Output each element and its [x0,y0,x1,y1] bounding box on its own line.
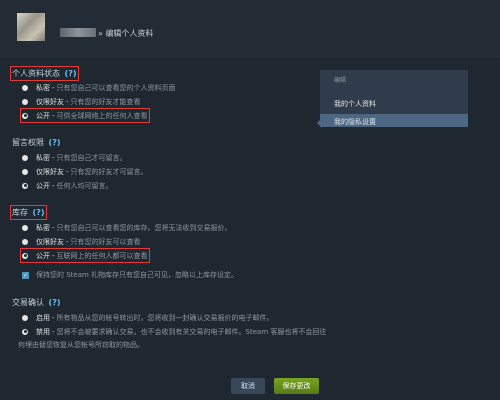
option-description: 只有您自己可以查看您的库存。您将无法收到交易报价。 [56,223,232,232]
comments-heading: 留言权限 (?) [12,137,61,148]
option-label: 公开 [36,251,50,260]
radio-icon[interactable] [22,98,28,105]
radio-icon[interactable] [22,168,28,175]
trade-confirm-heading: 交易确认 (?) [12,297,61,308]
option-separator: - [52,153,55,162]
option-description: 只有您自己可以查看您的个人资料页面 [56,83,176,92]
option-separator: - [52,313,55,322]
checkbox-checked-icon[interactable]: ✓ [22,271,29,279]
option-description: 任何人均可留言。 [56,181,113,190]
profile-public-option[interactable]: 公开 - 可供全球网络上的任何人查看 [20,108,150,123]
profile-status-heading: 个人资料状态 (?) [10,66,79,81]
option-separator: - [66,97,69,106]
option-label: 私密 [36,83,50,92]
inventory-help-link[interactable]: (?) [33,208,45,217]
comments-private-option[interactable]: 私密 - 只有您自己才可留言。 [22,152,127,163]
inventory-private-option[interactable]: 私密 - 只有您自己可以查看您的库存。您将无法收到交易报价。 [22,222,232,233]
comments-title: 留言权限 [12,138,44,147]
comments-public-option[interactable]: 公开 - 任何人均可留言。 [22,180,113,191]
sidebar-heading: 编辑 [334,77,347,84]
option-description: 只有您的好友可以查看 [70,237,141,246]
trade-disable-option[interactable]: 禁用 - 您将不会被要求确认交易，也不会收到有关交易的电子邮件。Steam 客服… [22,326,326,337]
username-redacted [60,28,96,37]
option-separator: - [66,167,69,176]
inventory-public-option[interactable]: 公开 - 互联网上的任何人都可以查看 [20,248,150,263]
option-label: 公开 [36,181,50,190]
radio-selected-icon[interactable] [22,252,28,259]
option-description: 所有物品从您的帐号转出时，您将收到一封确认交易报价的电子邮件。 [56,313,274,322]
radio-selected-icon[interactable] [22,328,28,335]
option-label: 启用 [36,313,50,322]
checkbox-label: 保持您的 Steam 礼物库存只有您自己可见，忽略以上库存设定。 [36,271,239,279]
radio-icon[interactable] [22,154,28,161]
breadcrumb: » 编辑个人资料 [98,29,154,38]
cancel-button[interactable]: 取消 [231,378,265,394]
radio-selected-icon[interactable] [22,182,28,189]
radio-selected-icon[interactable] [22,112,28,119]
option-label: 仅限好友 [36,167,64,176]
comments-help-link[interactable]: (?) [49,138,61,147]
inventory-friends-option[interactable]: 仅限好友 - 只有您的好友可以查看 [22,236,141,247]
radio-icon[interactable] [22,224,28,231]
radio-icon[interactable] [22,238,28,245]
trade-enable-option[interactable]: 启用 - 所有物品从您的帐号转出时，您将收到一封确认交易报价的电子邮件。 [22,312,274,323]
sidebar-active-arrow-icon [317,118,322,128]
option-separator: - [52,251,55,260]
option-separator: - [52,111,55,120]
sidebar-item-privacy-settings[interactable]: 我的隐私设置 [334,117,376,127]
trade-confirm-help-link[interactable]: (?) [49,298,61,307]
sidebar-item-my-profile[interactable]: 我的个人资料 [334,99,376,109]
radio-icon[interactable] [22,314,28,321]
option-description: 互联网上的任何人都可以查看 [56,251,148,260]
gift-inventory-private-checkbox-row[interactable]: ✓ 保持您的 Steam 礼物库存只有您自己可见，忽略以上库存设定。 [22,270,238,280]
option-description: 只有您的好友才可留言。 [70,167,148,176]
option-label: 仅限好友 [36,237,64,246]
option-description: 可供全球网络上的任何人查看 [56,111,148,120]
option-label: 禁用 [36,327,50,336]
save-changes-button[interactable]: 保存更改 [274,378,319,394]
avatar[interactable] [17,13,45,41]
option-description: 只有您自己才可留言。 [56,153,127,162]
edit-sidebar: 编辑 我的个人资料 我的隐私设置 [320,70,468,127]
option-separator: - [52,327,55,336]
option-separator: - [66,237,69,246]
profile-friends-option[interactable]: 仅限好友 - 只有您的好友才能查看 [22,96,141,107]
profile-header: » 编辑个人资料 [0,0,500,58]
option-label: 私密 [36,223,50,232]
profile-status-title: 个人资料状态 [12,69,60,78]
option-separator: - [52,223,55,232]
comments-friends-option[interactable]: 仅限好友 - 只有您的好友才可留言。 [22,166,148,177]
profile-status-help-link[interactable]: (?) [65,69,77,78]
option-label: 仅限好友 [36,97,64,106]
option-description: 只有您的好友才能查看 [70,97,141,106]
trade-disable-description-continued: 何埋由替您恢复从您帐号所窃取的物品。 [18,341,144,349]
inventory-heading: 库存 (?) [10,205,47,220]
option-label: 公开 [36,111,50,120]
option-separator: - [52,83,55,92]
profile-private-option[interactable]: 私密 - 只有您自己可以查看您的个人资料页面 [22,82,176,93]
inventory-title: 库存 [12,208,28,217]
trade-confirm-title: 交易确认 [12,298,44,307]
option-label: 私密 [36,153,50,162]
option-separator: - [52,181,55,190]
radio-icon[interactable] [22,84,28,91]
option-description: 您将不会被要求确认交易，也不会收到有关交易的电子邮件。Steam 客服也将不会回… [56,327,327,336]
